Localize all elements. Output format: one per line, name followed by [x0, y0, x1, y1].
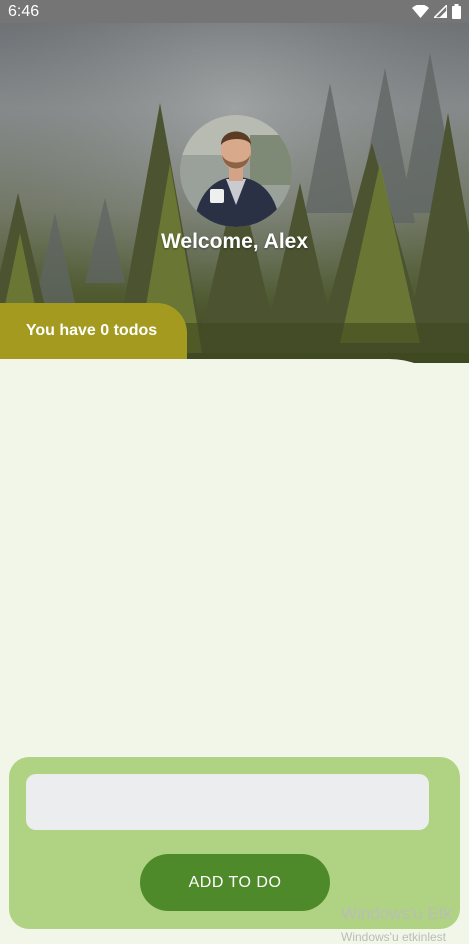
battery-icon	[452, 4, 461, 19]
watermark-line-1: Windows'u Etk	[341, 904, 452, 923]
todo-count-badge: You have 0 todos	[0, 303, 187, 359]
windows-activation-watermark: Windows'u Etk Windows'u etkinlest	[341, 905, 452, 943]
status-bar: 6:46	[0, 0, 469, 23]
status-time: 6:46	[8, 2, 40, 20]
status-icons	[412, 4, 461, 19]
avatar	[180, 115, 292, 227]
welcome-heading: Welcome, Alex	[160, 230, 309, 253]
wifi-icon	[412, 5, 429, 18]
add-todo-button[interactable]: ADD TO DO	[140, 854, 330, 911]
profile-photo	[180, 115, 292, 227]
todo-input[interactable]	[26, 774, 429, 830]
cell-signal-icon	[434, 5, 447, 18]
watermark-line-2: Windows'u etkinlest	[341, 930, 446, 944]
